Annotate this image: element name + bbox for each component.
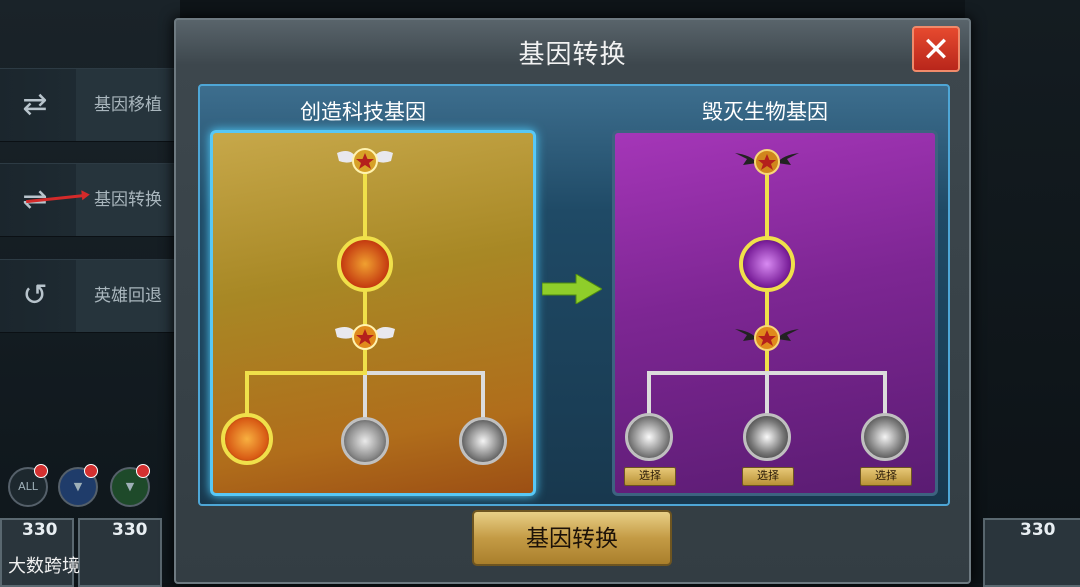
notification-dot	[84, 464, 98, 478]
close-button[interactable]: ✕	[912, 26, 960, 72]
tree-line	[367, 371, 485, 375]
skill-node-gray-icon[interactable]	[341, 417, 389, 465]
select-skill-button[interactable]: 选择	[742, 467, 794, 486]
hero-level: 330	[22, 520, 58, 540]
watermark-text: 大数跨境	[8, 556, 80, 577]
tree-line	[245, 371, 367, 375]
notification-dot	[136, 464, 150, 478]
sidebar-item-rollback[interactable]: ↺ 英雄回退	[0, 259, 175, 333]
skill-node-gray-icon[interactable]	[459, 417, 507, 465]
notification-dot	[34, 464, 48, 478]
dna-undo-icon: ↺	[22, 278, 48, 313]
right-panel-title: 毁灭生物基因	[702, 100, 828, 124]
select-skill-button[interactable]: 选择	[860, 467, 912, 486]
filter-label: ALL	[18, 480, 38, 493]
sidebar-item-label: 英雄回退	[76, 260, 175, 332]
background-right-panel	[965, 0, 1080, 583]
arrow-right-icon	[542, 274, 602, 304]
gene-node-dna-icon[interactable]	[739, 236, 795, 292]
gene-node-hourglass-icon[interactable]	[337, 236, 393, 292]
gene-convert-button[interactable]: 基因转换	[472, 510, 672, 566]
gene-convert-dialog: 基因转换 ✕ 创造科技基因 毁灭生物基因 选择 选择 选择 基因转换	[174, 18, 971, 584]
rank-batwings-icon	[733, 145, 801, 179]
left-panel-title: 创造科技基因	[300, 100, 426, 124]
dialog-title: 基因转换	[518, 40, 627, 70]
filter-label: ▼	[73, 480, 83, 493]
tree-line	[481, 371, 485, 421]
tree-line	[363, 375, 367, 421]
close-icon: ✕	[921, 30, 951, 70]
select-skill-button[interactable]: 选择	[624, 467, 676, 486]
skill-node-gray-icon[interactable]	[743, 413, 791, 461]
hero-level: 330	[1020, 520, 1056, 540]
skill-node-gray-icon[interactable]	[861, 413, 909, 461]
convert-content-area: 创造科技基因 毁灭生物基因 选择 选择 选择	[198, 84, 950, 506]
skill-node-gray-icon[interactable]	[625, 413, 673, 461]
skill-node-fire-icon[interactable]	[221, 413, 273, 465]
dna-forward-icon: ⇄	[22, 87, 48, 122]
rank-wings-icon	[335, 143, 395, 179]
rank-batwings-icon	[733, 321, 801, 355]
bio-gene-tree: 选择 选择 选择	[612, 130, 938, 496]
rank-wings-icon	[333, 319, 397, 355]
sidebar-item-label: 基因转换	[76, 164, 175, 236]
filter-label: ▼	[125, 480, 135, 493]
tech-gene-tree	[210, 130, 536, 496]
sidebar-item-transplant[interactable]: ⇄ 基因移植	[0, 68, 175, 142]
sidebar-item-label: 基因移植	[76, 69, 175, 141]
hero-level: 330	[112, 520, 148, 540]
